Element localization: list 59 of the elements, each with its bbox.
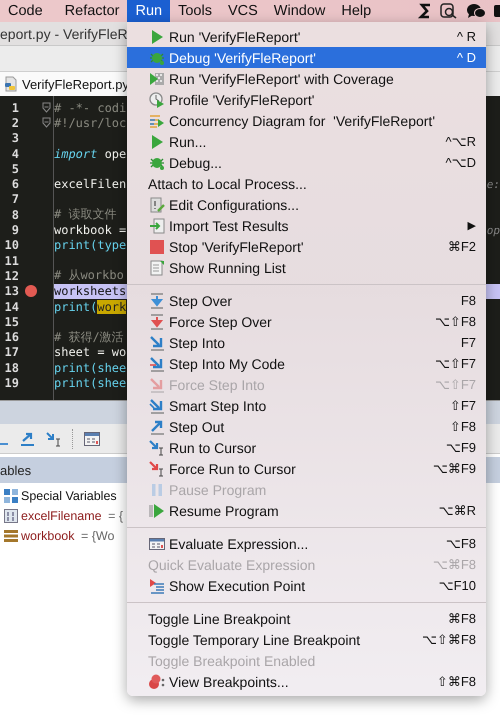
code-line: excelFilen <box>54 177 126 192</box>
shortcut-label: ⌥F10 <box>438 578 476 594</box>
code-line: # 获得/激活 <box>54 328 124 346</box>
shortcut-label: ⌥⇧⌘F8 <box>422 632 476 648</box>
line-number: 11 <box>4 254 19 268</box>
inline-hint: op <box>486 224 500 237</box>
line-number: 4 <box>10 146 19 161</box>
shortcut-label: ⌥F9 <box>446 440 476 456</box>
code-line: workbook = <box>54 223 126 238</box>
line-number: 16 <box>4 330 19 344</box>
line-number: 5 <box>10 162 19 176</box>
code-line: sheet = wo <box>54 345 126 360</box>
line-number: 12 <box>4 268 19 283</box>
shortcut-label: ⌘F8 <box>448 610 476 626</box>
line-number: 1 <box>10 100 19 115</box>
shortcut-label: ⌥⇧F7 <box>434 356 476 372</box>
shortcut-label: F7 <box>460 335 476 350</box>
shortcut-label: F8 <box>460 293 476 308</box>
shortcut-label: ^⌥D <box>446 154 476 170</box>
code-line: print(shee <box>54 360 126 375</box>
shortcut-label: ^⌥R <box>446 134 476 150</box>
line-number: 10 <box>4 238 19 252</box>
shortcut-label: ⌘F2 <box>448 238 476 254</box>
line-number: 8 <box>10 208 19 222</box>
shortcut-label: ^ D <box>456 50 476 65</box>
shortcut-label: ⇧F8 <box>450 418 476 434</box>
shortcut-label: ⌥⇧F7 <box>434 376 476 392</box>
submenu-arrow: ▶ <box>468 219 476 232</box>
shortcut-label: ⌥⌘R <box>438 502 476 518</box>
code-line: worksheets <box>54 284 126 298</box>
code-line: import ope <box>54 146 126 161</box>
line-number: 7 <box>10 192 19 206</box>
line-number: 13 <box>4 284 19 298</box>
inline-hint: e: <box>486 178 500 191</box>
code-line: # -*- codi <box>54 100 126 115</box>
shortcut-label: ⌥⌘F9 <box>432 460 476 476</box>
shortcut-label: ⇧⌘F8 <box>436 674 476 690</box>
code-line: print(shee <box>54 376 126 390</box>
line-number: 19 <box>4 376 19 390</box>
line-number: 9 <box>10 223 19 238</box>
code-line: print(type <box>54 238 126 252</box>
code-line: #!/usr/loc <box>54 116 126 130</box>
line-number: 18 <box>4 360 19 375</box>
window-title: eport.py - VerifyFleR <box>0 26 128 42</box>
line-number: 2 <box>10 116 19 130</box>
code-line: print(work <box>54 300 126 314</box>
shortcut-label: ⌥F8 <box>446 536 476 552</box>
line-number: 15 <box>4 314 19 329</box>
line-number: 6 <box>10 177 19 192</box>
shortcut-label: ⇧F7 <box>450 398 476 414</box>
code-line: # 读取文件 <box>54 206 116 224</box>
line-number: 17 <box>4 345 19 360</box>
line-number: 3 <box>10 131 19 146</box>
shortcut-label: ⌥⇧F8 <box>434 314 476 330</box>
shortcut-label: ⌥⌘F8 <box>432 556 476 572</box>
line-number: 14 <box>4 300 19 314</box>
panel-title: ables <box>0 462 32 478</box>
code-line: # 从workbo <box>54 267 124 284</box>
shortcut-label: ^ R <box>456 29 476 44</box>
